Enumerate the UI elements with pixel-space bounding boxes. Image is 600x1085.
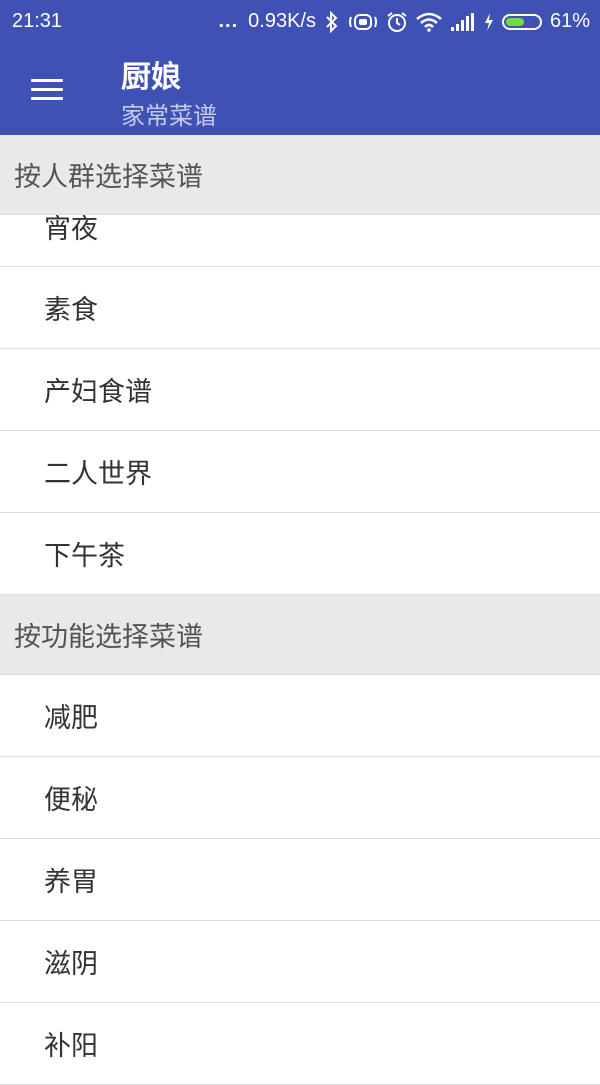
list-item-label: 宵夜 bbox=[44, 215, 98, 245]
wifi-icon bbox=[416, 11, 442, 33]
list-item-label: 便秘 bbox=[44, 785, 98, 816]
list-item-label: 减肥 bbox=[44, 703, 98, 734]
battery-fill bbox=[505, 17, 524, 26]
list-item-label: 产妇食谱 bbox=[44, 377, 152, 408]
recipe-category-list[interactable]: 按人群选择菜谱 宵夜 素食 产妇食谱 二人世界 下午茶 按功能选择菜谱 减肥 便… bbox=[0, 135, 600, 1085]
list-item[interactable]: 补阳 bbox=[0, 1003, 600, 1085]
section-header-label: 按功能选择菜谱 bbox=[14, 622, 203, 653]
list-item-label: 素食 bbox=[44, 295, 98, 326]
list-item[interactable]: 滋阴 bbox=[0, 921, 600, 1003]
battery-icon bbox=[501, 13, 542, 30]
section-header-by-function: 按功能选择菜谱 bbox=[0, 595, 600, 675]
list-item-label: 养胃 bbox=[44, 867, 98, 898]
hamburger-menu-icon[interactable] bbox=[24, 66, 70, 112]
status-icons: ... 0.93K/s 61% bbox=[218, 10, 590, 33]
list-item[interactable]: 减肥 bbox=[0, 675, 600, 757]
list-item[interactable]: 产妇食谱 bbox=[0, 349, 600, 431]
list-item[interactable]: 养胃 bbox=[0, 839, 600, 921]
signal-icon bbox=[450, 11, 476, 33]
app-bar: 厨娘 家常菜谱 bbox=[0, 44, 600, 135]
status-bar: 21:31 ... 0.93K/s 61% bbox=[0, 0, 600, 44]
list-item[interactable]: 宵夜 bbox=[0, 215, 600, 267]
section-header-by-group: 按人群选择菜谱 bbox=[0, 135, 600, 215]
list-item[interactable]: 二人世界 bbox=[0, 431, 600, 513]
list-item[interactable]: 便秘 bbox=[0, 757, 600, 839]
list-item-label: 下午茶 bbox=[44, 541, 125, 572]
notification-dots: ... bbox=[218, 10, 239, 32]
bluetooth-icon bbox=[324, 10, 340, 33]
app-title: 厨娘 bbox=[121, 60, 181, 95]
status-time: 21:31 bbox=[12, 10, 63, 32]
app-subtitle: 家常菜谱 bbox=[121, 102, 217, 130]
charging-icon bbox=[484, 11, 494, 33]
alarm-icon bbox=[386, 11, 408, 33]
list-item[interactable]: 素食 bbox=[0, 267, 600, 349]
vibrate-icon bbox=[348, 11, 378, 33]
list-item[interactable]: 下午茶 bbox=[0, 513, 600, 595]
section-header-label: 按人群选择菜谱 bbox=[14, 162, 203, 193]
list-item-label: 滋阴 bbox=[44, 949, 98, 980]
battery-percent: 61% bbox=[549, 10, 590, 32]
network-speed: 0.93K/s bbox=[248, 10, 316, 32]
list-item-label: 二人世界 bbox=[44, 459, 152, 490]
list-item-label: 补阳 bbox=[44, 1031, 98, 1062]
